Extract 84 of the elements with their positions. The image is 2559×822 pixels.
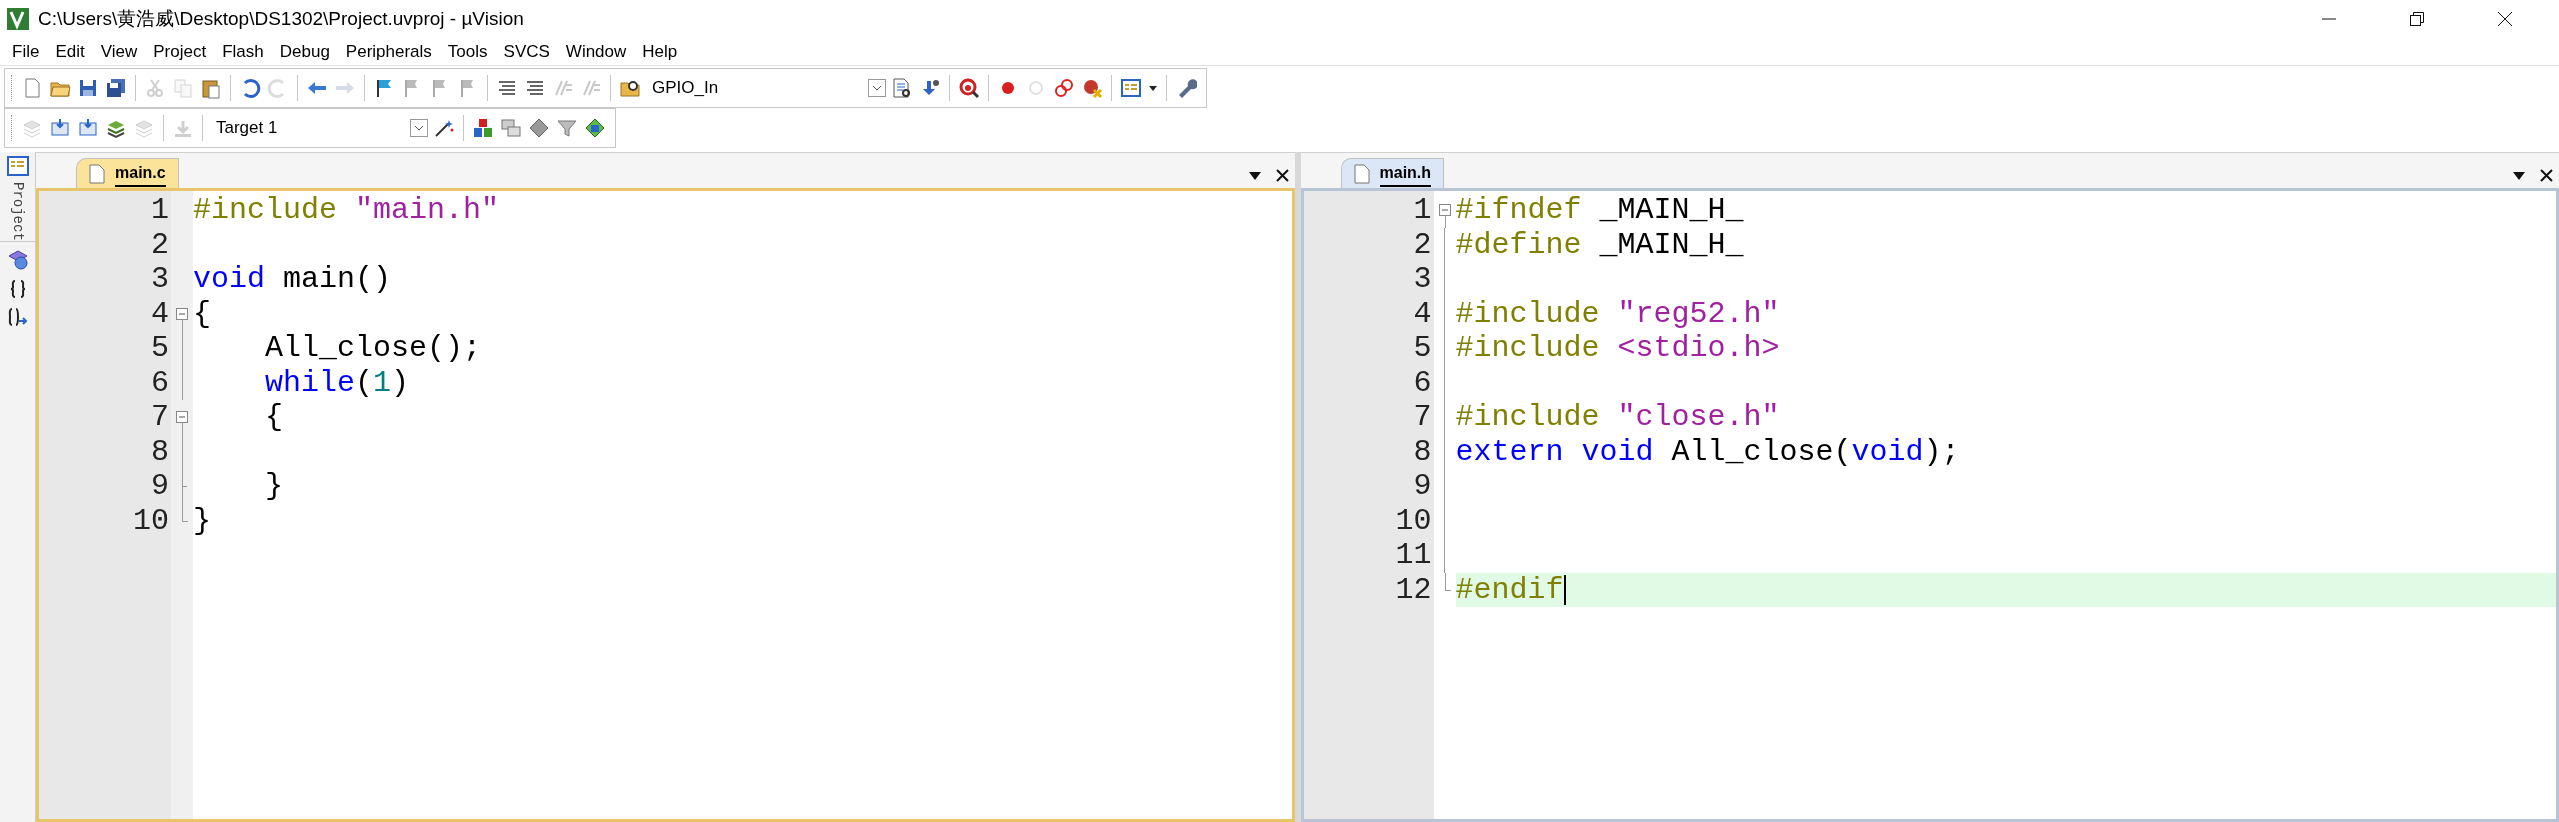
fold-toggle[interactable] (1438, 204, 1451, 217)
menu-item[interactable]: File (4, 38, 48, 65)
line-number: 9 (150, 469, 170, 504)
line-number: 4 (1412, 296, 1433, 331)
line-number: 10 (1394, 503, 1433, 538)
code-line: All_close(); (264, 331, 482, 366)
close-icon[interactable] (1275, 169, 1289, 182)
line-number: 5 (150, 331, 170, 366)
code-line: #define _MAIN_H_ (1455, 227, 1744, 262)
menu-item[interactable]: Flash (214, 38, 272, 65)
menu-item[interactable]: Debug (271, 38, 338, 65)
line-number: 4 (150, 296, 170, 331)
menu-item[interactable]: View (92, 38, 146, 65)
code-line: #include <stdio.h> (1455, 331, 1780, 366)
diamond-icon[interactable] (528, 117, 550, 139)
document-search-icon[interactable] (891, 77, 913, 99)
line-number: 1 (150, 193, 170, 228)
restore-icon[interactable] (2409, 11, 2425, 27)
line-number: 8 (1412, 434, 1433, 469)
save-icon[interactable] (77, 77, 99, 99)
line-number: 1 (1412, 193, 1433, 228)
menu-item[interactable]: Help (634, 38, 686, 65)
code-line: #include "close.h" (1455, 400, 1780, 435)
blocks-icon[interactable] (472, 117, 494, 139)
document-icon (89, 163, 105, 184)
dropdown-chevron-icon (410, 119, 428, 137)
code-line: #include "main.h" (193, 193, 500, 228)
menu-item[interactable]: SVCS (495, 38, 558, 65)
line-number: 7 (1412, 400, 1433, 435)
code-editor[interactable]: 1 2 3 4 5 6 7 8 9 10 11 12 #ifndef _MAIN_H_ #define _MAIN_H_ #include "reg52.h" #include <stdio.h> #include "close.h" extern void All_close(void); #endif (1300, 188, 2559, 822)
linked-circles-icon[interactable] (1053, 77, 1075, 99)
pack-installer-icon[interactable] (584, 117, 606, 139)
line-number: 2 (150, 227, 170, 262)
code-line: #ifndef _MAIN_H_ (1455, 193, 1744, 228)
project-window-icon[interactable] (6, 156, 29, 176)
dropdown-chevron-icon (868, 79, 886, 97)
window-title: C:\Users\黄浩威\Desktop\DS1302\Project.uvproj - µVision (38, 6, 524, 31)
menu-item[interactable]: Window (557, 38, 635, 65)
line-number: 5 (1412, 331, 1433, 366)
line-number: 11 (1394, 538, 1433, 573)
document-icon (1353, 163, 1370, 184)
code-line: void main() (193, 262, 392, 297)
code-line: { (193, 296, 211, 331)
line-number: 3 (150, 262, 170, 297)
dropdown-arrow-icon[interactable] (2512, 170, 2526, 181)
windows-icon[interactable] (500, 117, 522, 139)
close-icon[interactable] (2497, 11, 2513, 27)
line-number: 6 (1412, 365, 1433, 400)
text-cursor (1563, 574, 1566, 605)
dropdown-arrow-icon[interactable] (1247, 170, 1262, 181)
line-number: 10 (132, 503, 170, 538)
code-line: #endif (1455, 572, 1564, 607)
funnel-icon[interactable] (556, 117, 578, 139)
menu-item[interactable]: Tools (439, 38, 496, 65)
code-line: { (264, 400, 283, 435)
line-number: 9 (1412, 469, 1433, 504)
code-line: } (193, 503, 211, 538)
rebuild-icon[interactable] (77, 117, 99, 139)
app-logo-icon (6, 7, 30, 31)
build-icon[interactable] (49, 117, 71, 139)
code-line: } (264, 469, 283, 504)
breakpoint-clear-icon[interactable] (1081, 77, 1103, 99)
file-tab[interactable]: main.h (1340, 158, 1445, 188)
file-tab[interactable]: main.c (76, 158, 179, 188)
menu-item[interactable]: Edit (47, 38, 93, 65)
menu-item[interactable]: Peripherals (337, 38, 440, 65)
debug-icon[interactable] (958, 77, 980, 99)
code-line: while(1) (264, 365, 410, 400)
code-line: extern void All_close(void); (1455, 434, 1960, 469)
paste-icon[interactable] (200, 77, 222, 99)
line-number: 7 (150, 400, 170, 435)
line-number: 6 (150, 365, 170, 400)
fold-toggle[interactable] (176, 307, 188, 320)
fold-toggle[interactable] (176, 411, 188, 424)
line-number: 12 (1394, 572, 1433, 607)
code-line: #include "reg52.h" (1455, 296, 1780, 331)
save-all-icon[interactable] (105, 77, 127, 99)
line-number: 2 (1412, 227, 1433, 262)
code-editor[interactable]: 1 2 3 4 5 6 7 8 9 10 #include "main.h" void main() { All_close(); while(1) { } } (36, 188, 1295, 822)
line-number: 3 (1412, 262, 1433, 297)
menu-item[interactable]: Project (145, 38, 215, 65)
line-number: 8 (150, 434, 170, 469)
window-icon[interactable] (1120, 77, 1142, 99)
close-icon[interactable] (2540, 169, 2553, 182)
